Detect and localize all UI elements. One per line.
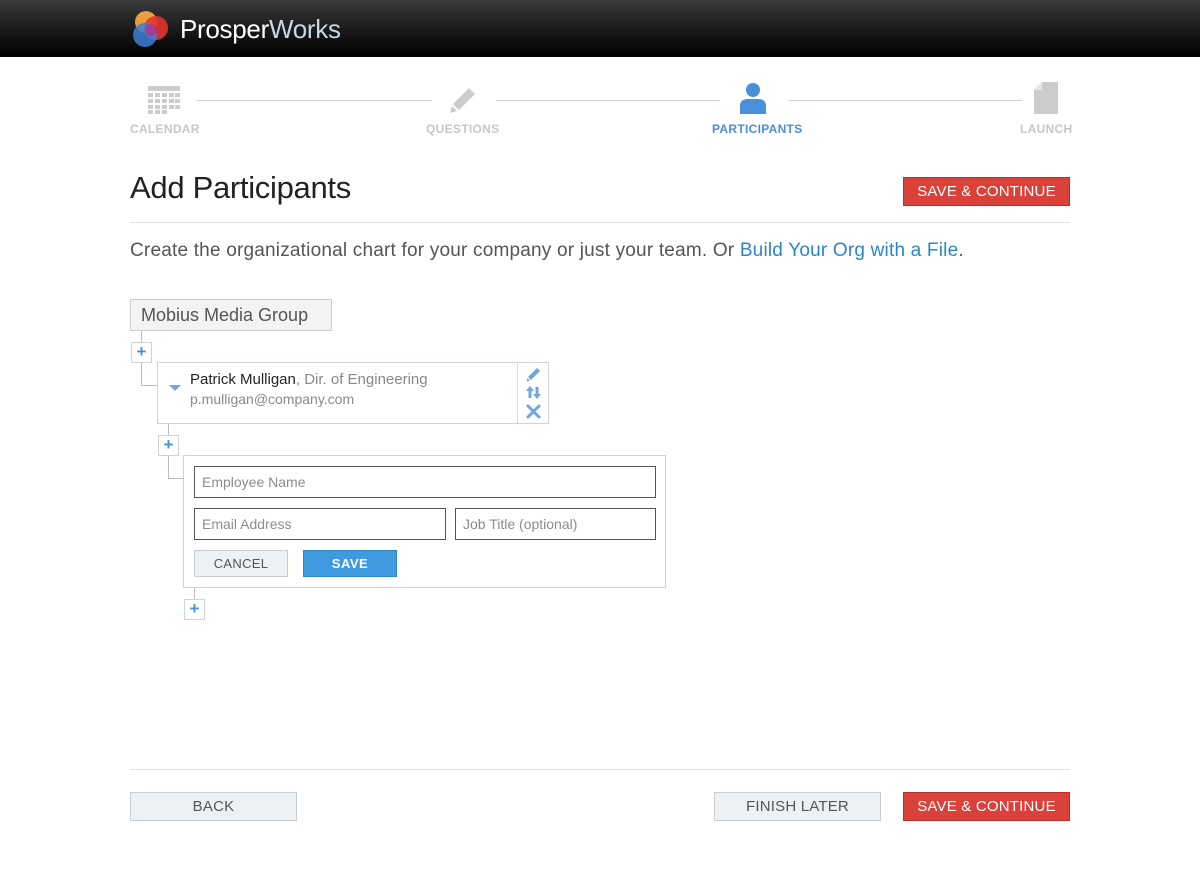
top-bar: ProsperWorks — [0, 0, 1200, 57]
brand-name[interactable]: ProsperWorks — [180, 14, 341, 45]
add-report-plus-button[interactable]: + — [158, 435, 179, 456]
org-root-node[interactable]: Mobius Media Group — [130, 299, 332, 331]
person-icon[interactable] — [739, 82, 767, 114]
brand-name-part2: Works — [268, 14, 341, 44]
intro-text-main: Create the organizational chart for your… — [130, 240, 740, 261]
pencil-icon[interactable] — [449, 86, 477, 114]
step-label-calendar[interactable]: CALENDAR — [130, 122, 200, 136]
footer-divider — [130, 769, 1070, 770]
person-name-line: Patrick Mulligan, Dir. of Engineering — [190, 371, 428, 388]
email-address-input[interactable] — [194, 508, 446, 540]
calendar-icon[interactable] — [148, 86, 180, 114]
save-button[interactable]: SAVE — [303, 550, 397, 577]
person-title: , Dir. of Engineering — [295, 371, 428, 388]
person-email: p.mulligan@company.com — [190, 391, 355, 407]
prosperworks-logo-icon[interactable] — [130, 9, 172, 49]
step-label-launch[interactable]: LAUNCH — [1020, 122, 1072, 136]
page-title: Add Participants — [130, 170, 351, 205]
employee-name-input[interactable] — [194, 466, 656, 498]
step-label-questions[interactable]: QUESTIONS — [426, 122, 499, 136]
card-actions — [517, 363, 548, 423]
save-continue-button-bottom[interactable]: SAVE & CONTINUE — [903, 792, 1070, 821]
header-divider — [130, 222, 1070, 223]
intro-text-end: . — [958, 240, 964, 261]
edit-pencil-icon[interactable] — [526, 367, 541, 382]
intro-text: Create the organizational chart for your… — [130, 240, 964, 262]
finish-later-button[interactable]: FINISH LATER — [714, 792, 881, 821]
tree-connector — [141, 385, 157, 386]
person-card: Patrick Mulligan, Dir. of Engineering p.… — [157, 362, 549, 424]
stepper-connector — [496, 100, 720, 101]
brand-name-part1: Prosper — [180, 14, 269, 44]
collapse-caret-icon[interactable] — [169, 385, 181, 391]
stepper-connector — [788, 100, 1022, 101]
delete-x-icon[interactable] — [526, 404, 541, 419]
cancel-button[interactable]: CANCEL — [194, 550, 288, 577]
add-sibling-plus-button[interactable]: + — [184, 599, 205, 620]
build-org-with-file-link[interactable]: Build Your Org with a File — [740, 240, 959, 261]
tree-connector — [168, 478, 183, 479]
job-title-input[interactable] — [455, 508, 656, 540]
add-child-plus-button[interactable]: + — [131, 342, 152, 363]
move-arrows-icon[interactable] — [526, 385, 541, 400]
person-name: Patrick Mulligan — [190, 371, 296, 388]
step-label-participants[interactable]: PARTICIPANTS — [712, 122, 803, 136]
back-button[interactable]: BACK — [130, 792, 297, 821]
document-icon[interactable] — [1034, 82, 1058, 114]
add-employee-form: CANCEL SAVE — [183, 455, 666, 588]
stepper-connector — [196, 100, 432, 101]
save-continue-button-top[interactable]: SAVE & CONTINUE — [903, 177, 1070, 206]
progress-stepper: CALENDAR QUESTIONS PARTICIPANTS LAUNCH — [130, 80, 1072, 140]
